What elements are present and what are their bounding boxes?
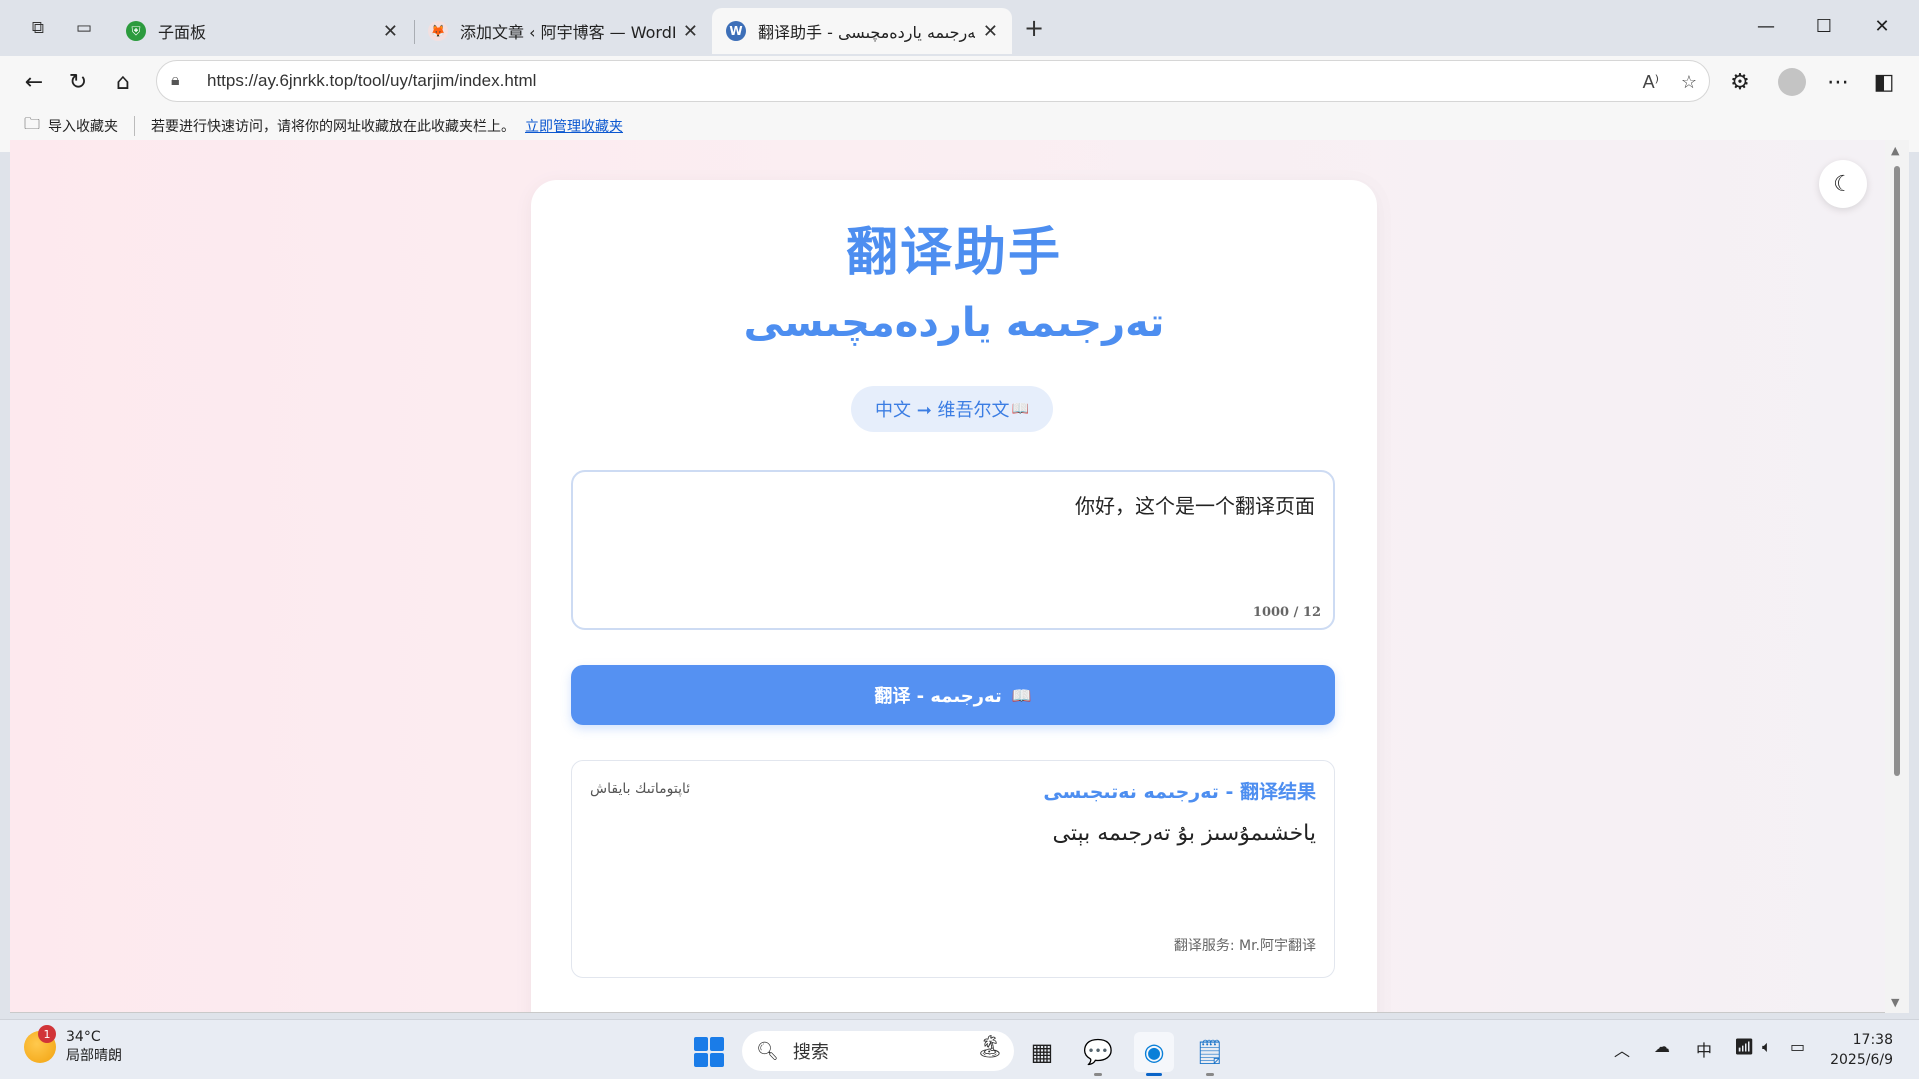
- scroll-down-icon[interactable]: ▼: [1891, 996, 1899, 1009]
- url-text[interactable]: https://ay.6jnrkk.top/tool/uy/tarjim/ind…: [207, 71, 536, 91]
- search-placeholder: 搜索: [792, 1042, 829, 1063]
- import-favorites-label: 导入收藏夹: [48, 119, 119, 135]
- task-view-icon[interactable]: ▦: [1022, 1032, 1062, 1072]
- clock-date: 2025/6/9: [1830, 1052, 1893, 1068]
- page-viewport: ☾ 翻译助手 تەرجىمە ياردەمچىسى 中文 ➞ 维吾尔文 📖 你好…: [10, 140, 1895, 1013]
- notepad-icon[interactable]: 🗒: [1190, 1032, 1230, 1076]
- page-title: 翻译助手: [845, 223, 1062, 283]
- address-bar[interactable]: 🔒︎ https://ay.6jnrkk.top/tool/uy/tarjim/…: [156, 60, 1710, 102]
- manage-favorites-link[interactable]: 立即管理收藏夹: [525, 116, 623, 136]
- wifi-icon[interactable]: 📶︎: [1734, 1037, 1754, 1056]
- tab-title: 子面板: [158, 23, 207, 42]
- search-highlight-icon: 🏝: [976, 1035, 1004, 1060]
- vertical-tabs-icon[interactable]: ▭: [70, 14, 98, 42]
- source-text[interactable]: 你好，这个是一个翻译页面: [1075, 490, 1315, 519]
- translate-icon: 📖: [1011, 401, 1029, 417]
- workspaces-icon[interactable]: ⧉: [24, 14, 52, 42]
- new-tab-icon[interactable]: +: [1020, 14, 1048, 42]
- weather-desc: 局部晴朗: [66, 1048, 122, 1064]
- refresh-icon[interactable]: ↻: [60, 64, 96, 100]
- char-counter: 1000 / 12: [1252, 605, 1321, 620]
- favorites-hint: 若要进行快速访问，请将你的网址收藏放在此收藏夹栏上。: [151, 119, 516, 135]
- favorite-star-icon[interactable]: ☆: [1681, 61, 1697, 103]
- avatar: [1778, 68, 1806, 96]
- scroll-thumb[interactable]: [1894, 166, 1900, 776]
- shield-icon: ⛨: [126, 21, 146, 41]
- result-heading: 翻译结果 - تەرجىمە نەتىجىسى: [1043, 781, 1316, 803]
- clock-time: 17:38: [1852, 1032, 1893, 1048]
- auto-detect-label: ئاپتوماتىك بايقاش: [590, 781, 691, 797]
- profile-avatar[interactable]: [1774, 64, 1810, 100]
- wordpress-icon: W: [726, 21, 746, 41]
- extensions-icon[interactable]: ⚙: [1722, 64, 1758, 100]
- divider: [134, 116, 136, 136]
- language-direction-label: 中文 ➞ 维吾尔文: [875, 400, 1010, 421]
- weather-temp: 34°C: [66, 1029, 101, 1045]
- translate-icon: 📖: [1011, 685, 1032, 705]
- close-window-icon[interactable]: ✕: [1860, 10, 1904, 42]
- edge-icon[interactable]: ◉: [1134, 1032, 1174, 1076]
- tab-wordpress-admin[interactable]: 🦊 添加文章 ‹ 阿宇博客 — WordPress ✕: [414, 8, 712, 54]
- ime-indicator[interactable]: 中: [1696, 1037, 1712, 1061]
- page-subtitle: تەرجىمە ياردەمچىسى: [743, 300, 1165, 346]
- tab-title: 添加文章 ‹ 阿宇博客 — WordPress: [460, 23, 675, 42]
- scroll-up-icon[interactable]: ▲: [1891, 144, 1899, 157]
- system-clock[interactable]: 17:38 2025/6/9: [1829, 1030, 1893, 1070]
- maximize-icon[interactable]: ☐: [1802, 10, 1846, 42]
- translator-card: 翻译助手 تەرجىمە ياردەمچىسى 中文 ➞ 维吾尔文 📖 你好，这…: [531, 180, 1377, 1012]
- show-hidden-icons-chevron-icon[interactable]: ︿: [1614, 1037, 1630, 1061]
- tab-translator[interactable]: W 翻译助手 - تەرجىمە ياردەمچىسى ✕: [712, 8, 1012, 54]
- minimize-icon[interactable]: —: [1744, 10, 1788, 42]
- back-icon[interactable]: ←: [16, 64, 52, 100]
- wechat-icon[interactable]: 💬: [1078, 1032, 1118, 1076]
- weather-widget[interactable]: 1 34°C 局部晴朗: [24, 1025, 122, 1066]
- result-text[interactable]: ياخشىمۇسىز بۇ تەرجىمە بېتى: [1053, 821, 1316, 846]
- close-tab-icon[interactable]: ✕: [683, 21, 698, 42]
- weather-sun-icon: 1: [24, 1025, 56, 1063]
- fox-icon: 🦊: [428, 21, 448, 41]
- result-panel: ئاپتوماتىك بايقاش 翻译结果 - تەرجىمە نەتىجىس…: [571, 760, 1335, 978]
- sidebar-toggle-icon[interactable]: ◧: [1866, 64, 1902, 100]
- search-icon: 🔍︎: [756, 1040, 779, 1062]
- language-direction-badge[interactable]: 中文 ➞ 维吾尔文 📖: [851, 386, 1053, 432]
- onedrive-cloud-icon[interactable]: ☁: [1654, 1037, 1670, 1056]
- translate-button-label: 翻译 - تەرجىمە: [874, 686, 1002, 707]
- volume-icon[interactable]: 🔈︎: [1762, 1037, 1772, 1057]
- home-icon[interactable]: ⌂: [105, 64, 141, 100]
- more-menu-icon[interactable]: ⋯: [1820, 64, 1856, 100]
- close-tab-icon[interactable]: ✕: [983, 21, 998, 42]
- taskbar-search[interactable]: 🔍︎ 搜索 🏝: [742, 1031, 1014, 1071]
- source-text-input[interactable]: 你好，这个是一个翻译页面 1000 / 12: [571, 470, 1335, 630]
- page-scrollbar[interactable]: ▲ ▼: [1885, 140, 1909, 1013]
- translate-button[interactable]: 翻译 - تەرجىمە 📖: [571, 665, 1335, 725]
- browser-toolbar: ← ↻ ⌂ 🔒︎ https://ay.6jnrkk.top/tool/uy/t…: [0, 56, 1919, 152]
- moon-icon: ☾: [1833, 171, 1853, 197]
- service-credit: 翻译服务: Mr.阿宇翻译: [1173, 938, 1316, 954]
- read-aloud-icon[interactable]: A⁾: [1643, 61, 1659, 103]
- battery-icon[interactable]: ▭: [1790, 1037, 1805, 1056]
- folder-import-icon: 🗀: [24, 113, 41, 133]
- tab-strip: ⧉ ▭ ⛨ 子面板 ✕ 🦊 添加文章 ‹ 阿宇博客 — WordPress ✕ …: [0, 0, 1919, 56]
- notification-badge: 1: [38, 1025, 56, 1043]
- tab-title: 翻译助手 - تەرجىمە ياردەمچىسى: [758, 23, 975, 42]
- tab-subpanel[interactable]: ⛨ 子面板 ✕: [112, 8, 412, 54]
- taskbar: 1 34°C 局部晴朗 🔍︎ 搜索 🏝 ▦ 💬 ◉ 🗒 ︿ ☁ 中 📶︎ 🔈︎ …: [0, 1019, 1919, 1079]
- close-tab-icon[interactable]: ✕: [383, 21, 398, 42]
- lock-icon[interactable]: 🔒︎: [171, 72, 193, 90]
- import-favorites-button[interactable]: 🗀 导入收藏夹: [24, 113, 118, 140]
- dark-mode-toggle[interactable]: ☾: [1819, 160, 1867, 208]
- start-button[interactable]: [694, 1037, 724, 1067]
